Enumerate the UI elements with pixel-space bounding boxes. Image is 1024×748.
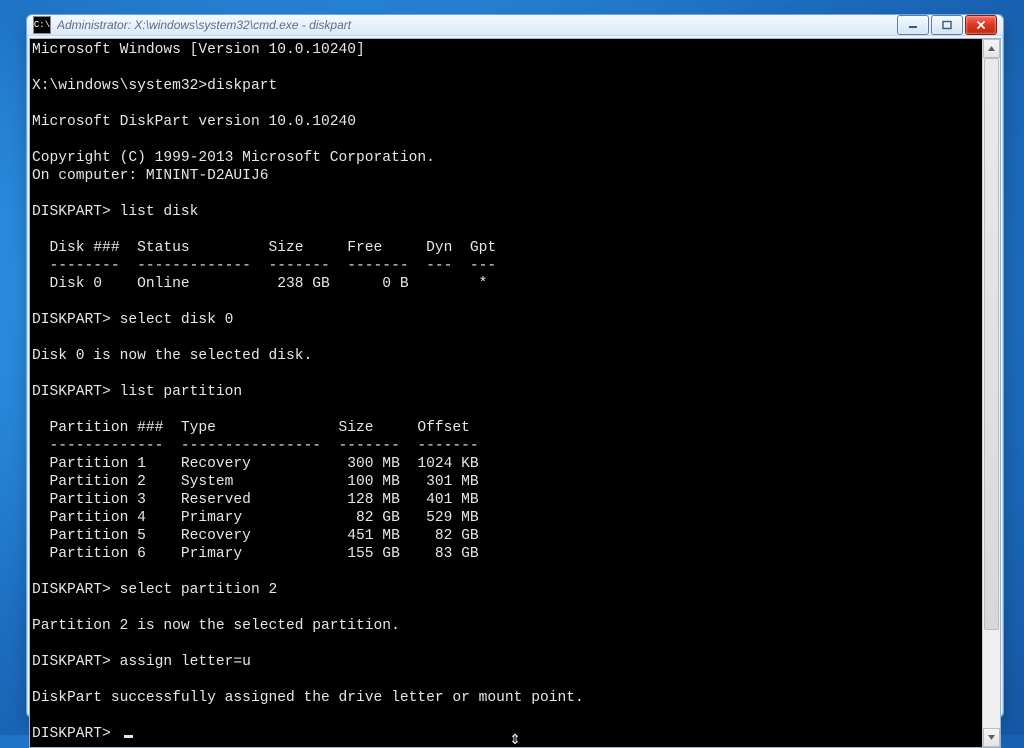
titlebar[interactable]: C:\ Administrator: X:\windows\system32\c…: [27, 15, 1003, 36]
window-controls: [895, 15, 997, 35]
maximize-button[interactable]: [931, 15, 963, 35]
window-title: Administrator: X:\windows\system32\cmd.e…: [57, 18, 895, 32]
scroll-down-button[interactable]: [983, 728, 1000, 747]
scroll-thumb[interactable]: [984, 58, 999, 630]
scroll-track[interactable]: [983, 58, 1000, 728]
scroll-up-button[interactable]: [983, 39, 1000, 58]
cmd-window: C:\ Administrator: X:\windows\system32\c…: [26, 14, 1004, 718]
cursor: [124, 735, 133, 738]
cmd-icon: C:\: [33, 16, 51, 34]
client-area: Microsoft Windows [Version 10.0.10240] X…: [29, 38, 1001, 748]
close-button[interactable]: [965, 15, 997, 35]
vertical-scrollbar[interactable]: [982, 39, 1000, 747]
minimize-button[interactable]: [897, 15, 929, 35]
terminal-output[interactable]: Microsoft Windows [Version 10.0.10240] X…: [30, 39, 982, 747]
